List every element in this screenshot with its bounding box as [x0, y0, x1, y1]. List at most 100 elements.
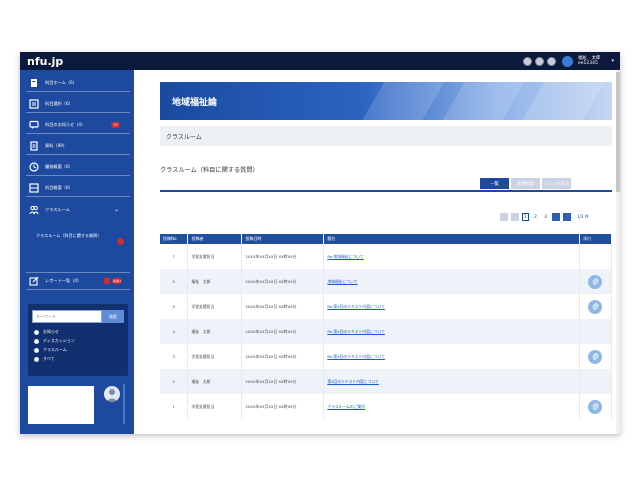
post-title-cell: 第4回のテキスト内容について: [323, 369, 580, 394]
post-title-link[interactable]: Re:第4回のテキスト内容について: [327, 354, 385, 359]
grid-icon: [29, 183, 39, 193]
post-no: 5: [160, 294, 189, 319]
post-title-link[interactable]: クラスルームのご案内: [327, 404, 365, 409]
radio-label: クラスルーム: [43, 347, 67, 352]
sidebar-item-reports[interactable]: レポート一覧（4） 新着4: [26, 272, 130, 290]
user-avatar[interactable]: [561, 55, 573, 67]
search-input[interactable]: [32, 310, 102, 323]
attach-cell: [579, 344, 613, 369]
radio-label: お知らせ: [43, 329, 59, 334]
chevron-down-icon[interactable]: ▾: [611, 58, 614, 64]
new-count-badge: 新着4: [112, 278, 122, 284]
post-title-cell: クラスルームのご案内: [323, 394, 580, 419]
col-no: 投稿No.: [160, 234, 189, 244]
sidebar-item-label: レポート一覧（4）: [45, 278, 82, 283]
sidebar-item-label: クラスルーム: [45, 206, 70, 212]
post-author: 学習支援担当: [187, 394, 243, 419]
top-bar: nfu.jp 福祉 太郎 ee12345 ▾: [20, 52, 620, 70]
sidebar-item-materials[interactable]: 資料（89）: [26, 138, 130, 155]
paperclip-icon[interactable]: [588, 399, 603, 414]
table-row[interactable]: 3 学習支援担当 20XX年XX月XX日 XX時XX分 Re:第4回のテキスト内容につ…: [160, 344, 613, 369]
profile-card: [28, 386, 94, 424]
profile-side: [96, 382, 128, 426]
table-row[interactable]: 1 学習支援担当 20XX年XX月XX日 XX時XX分 クラスルームのご案内: [160, 394, 613, 419]
help-icon[interactable]: [546, 56, 556, 66]
first-page-icon[interactable]: [500, 213, 508, 221]
post-title-link[interactable]: 第4回のテキスト内容について: [327, 379, 379, 384]
table-row[interactable]: 2 福祉 太郎 20XX年XX月XX日 XX時XX分 第4回のテキスト内容について: [160, 369, 613, 394]
sidebar-item-home[interactable]: 科目ホーム（6）: [26, 75, 130, 92]
post-title-cell: Re:第4回のテキスト内容について: [323, 319, 580, 344]
post-title-link[interactable]: Re:第4回のテキスト内容について: [327, 329, 385, 334]
paperclip-icon[interactable]: [588, 299, 603, 314]
sidebar: 科目ホーム（6） 科目選択（6） 科目のお知らせ（4） 33 資料（89） 履修…: [20, 70, 134, 434]
report-badges: 新着4: [104, 278, 122, 284]
post-title-cell: Re:第4回のテキスト内容について: [323, 344, 580, 369]
post-date: 20XX年XX月XX日 XX時XX分: [241, 394, 325, 419]
page-2[interactable]: 2: [532, 213, 539, 221]
post-no: 4: [160, 319, 189, 344]
radio-notices[interactable]: お知らせ: [34, 329, 59, 335]
settings-icon[interactable]: [522, 56, 532, 66]
table-row[interactable]: 5 学習支援担当 20XX年XX月XX日 XX時XX分 Re:第4回のテキスト内容につ…: [160, 294, 613, 319]
view-tabs: 一覧 新規投稿 スレッド表示: [480, 178, 571, 189]
table-row[interactable]: 7 学習支援担当 20XX年XX月XX日 XX時XX分 Re:地域福祉について: [160, 244, 613, 269]
notice-count-badge: 33: [111, 122, 120, 128]
search-button[interactable]: 検索: [102, 310, 124, 323]
main-content: 地域福祉論 クラスルーム クラスルーム（科目に関する質問） 一覧 新規投稿 スレ…: [134, 70, 620, 434]
sidebar-item-course-overview[interactable]: 科目概要（6）: [26, 180, 130, 197]
sidebar-item-label: 科目選択（6）: [45, 101, 73, 106]
post-title-link[interactable]: Re:地域福祉について: [327, 254, 363, 259]
paperclip-icon[interactable]: [588, 274, 603, 289]
radio-icon[interactable]: [34, 338, 39, 344]
post-date: 20XX年XX月XX日 XX時XX分: [241, 369, 325, 394]
post-author: 福祉 太郎: [187, 269, 243, 294]
post-title-link[interactable]: 地域福祉について: [327, 279, 357, 284]
page-1[interactable]: 1: [522, 213, 529, 221]
tab-new-post[interactable]: 新規投稿: [511, 178, 540, 189]
site-logo[interactable]: nfu.jp: [27, 55, 63, 68]
divider: [123, 384, 125, 424]
page-3[interactable]: 3: [542, 213, 549, 221]
sidebar-item-enrollment[interactable]: 履修概要（6）: [26, 159, 130, 176]
radio-icon[interactable]: [34, 329, 39, 335]
sidebar-item-label: 資料（89）: [45, 143, 68, 148]
sidebar-item-classroom[interactable]: クラスルーム ⌄: [26, 201, 130, 218]
table-row[interactable]: 5 福祉 太郎 20XX年XX月XX日 XX時XX分 地域福祉について: [160, 269, 613, 294]
browser-frame: nfu.jp 福祉 太郎 ee12345 ▾ 科目ホーム（6） 科目選択（6）: [20, 52, 620, 434]
new-badge: [117, 238, 124, 245]
prev-page-icon[interactable]: [511, 213, 519, 221]
radio-label: ディスカッション: [43, 338, 75, 343]
chevron-down-icon[interactable]: ⌄: [114, 206, 119, 213]
paperclip-icon[interactable]: [588, 349, 603, 364]
home-icon: [29, 78, 39, 88]
radio-all[interactable]: すべて: [34, 356, 55, 362]
post-title-link[interactable]: Re:第4回のテキスト内容について: [327, 304, 385, 309]
page-heading: クラスルーム: [160, 126, 612, 146]
radio-classroom[interactable]: クラスルーム: [34, 347, 67, 353]
page-title: クラスルーム: [166, 133, 202, 141]
profile-avatar-icon: [104, 386, 120, 402]
sidebar-item-notices[interactable]: 科目のお知らせ（4） 33: [26, 117, 130, 134]
notification-icon[interactable]: [534, 56, 544, 66]
radio-icon[interactable]: [34, 347, 39, 353]
search-panel: 検索 お知らせ ディスカッション クラスルーム すべて: [28, 304, 128, 376]
scrollbar-thumb[interactable]: [616, 72, 620, 192]
col-date: 投稿日時: [241, 234, 325, 244]
sidebar-item-course-select[interactable]: 科目選択（6）: [26, 96, 130, 113]
tab-thread-view[interactable]: スレッド表示: [542, 178, 571, 189]
radio-icon[interactable]: [34, 356, 39, 362]
user-info[interactable]: 福祉 太郎 ee12345: [578, 56, 601, 66]
last-page-icon[interactable]: [563, 213, 571, 221]
post-date: 20XX年XX月XX日 XX時XX分: [241, 244, 325, 269]
radio-discussion[interactable]: ディスカッション: [34, 338, 75, 344]
sidebar-subitem-classroom-questions[interactable]: クラスルーム（科目に関する質問）: [36, 233, 128, 255]
post-title-cell: 地域福祉について: [323, 269, 580, 294]
col-author: 投稿者: [187, 234, 243, 244]
table-header-row: 投稿No. 投稿者 投稿日時 題名 添付: [160, 234, 613, 244]
attach-cell: [579, 244, 613, 269]
next-page-icon[interactable]: [552, 213, 560, 221]
tab-list[interactable]: 一覧: [480, 178, 509, 189]
post-no: 1: [160, 394, 189, 419]
table-row[interactable]: 4 福祉 太郎 20XX年XX月XX日 XX時XX分 Re:第4回のテキスト内容につい…: [160, 319, 613, 344]
